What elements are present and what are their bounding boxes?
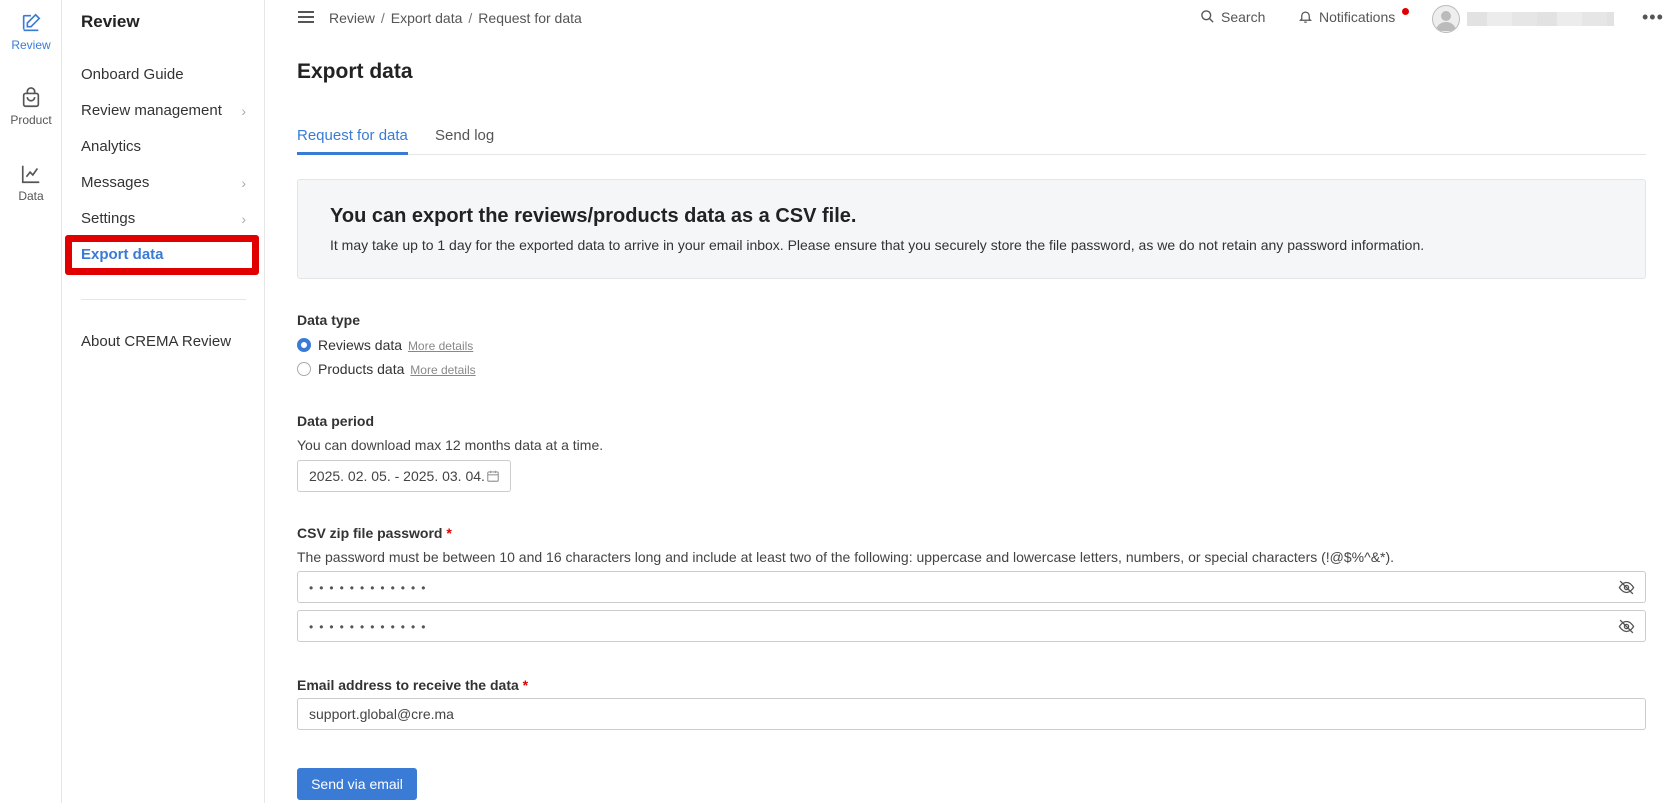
sidebar-divider [81,299,246,300]
chevron-right-icon: › [241,175,246,191]
user-icon [1436,11,1456,31]
breadcrumb: Review / Export data / Request for data [329,10,582,26]
menu-icon[interactable] [298,11,314,25]
search-label: Search [1221,9,1266,25]
sidebar: Review Onboard Guide Review management › … [62,0,265,803]
password-confirm-field[interactable]: •••••••••••• [297,610,1646,642]
sidebar-item-label: Review management [81,102,222,119]
rail-item-product-label: Product [10,113,52,127]
sidebar-item-review-management[interactable]: Review management › [81,97,246,125]
tab-request-for-data[interactable]: Request for data [297,127,408,155]
pencil-square-icon [22,13,41,32]
search-button[interactable]: Search [1200,9,1265,25]
password-helper: The password must be between 10 and 16 c… [297,549,1395,565]
sidebar-item-label: Messages [81,174,150,191]
line-chart-icon [21,165,40,184]
radio-label: Products data [318,361,405,377]
email-label-text: Email address to receive the data [297,677,519,693]
data-period-helper: You can download max 12 months data at a… [297,437,604,453]
password-field[interactable]: •••••••••••• [297,571,1646,603]
sidebar-item-messages[interactable]: Messages › [81,169,246,197]
avatar[interactable] [1432,5,1460,33]
password-label: CSV zip file password * [297,525,452,541]
radio-label: Reviews data [318,337,403,353]
top-bar: Review / Export data / Request for data Sear… [265,0,1675,38]
sidebar-item-settings[interactable]: Settings › [81,205,246,233]
sidebar-item-analytics[interactable]: Analytics [81,133,246,161]
radio-products-data[interactable]: Products data More details [297,361,476,377]
password-label-text: CSV zip file password [297,525,443,541]
shopping-bag-icon [22,87,40,108]
sidebar-item-label: Analytics [81,138,142,155]
sidebar-item-onboard-guide[interactable]: Onboard Guide [81,61,246,89]
sidebar-item-label: Onboard Guide [81,66,184,83]
breadcrumb-separator: / [468,10,473,26]
page-title: Export data [297,60,413,83]
date-range-value: 2025. 02. 05. - 2025. 03. 04. [309,468,485,484]
email-value: support.global@cre.ma [309,706,454,722]
rail-item-review[interactable]: Review [0,12,62,52]
search-icon [1201,10,1214,23]
chevron-right-icon: › [241,103,246,119]
notifications-label: Notifications [1319,9,1396,25]
sidebar-title: Review [81,12,140,31]
user-name-redacted [1467,12,1614,26]
email-label: Email address to receive the data * [297,677,528,693]
info-box: You can export the reviews/products data… [297,179,1646,279]
bell-icon [1298,11,1313,23]
more-details-link[interactable]: More details [408,339,473,353]
sidebar-item-label: Settings [81,210,136,227]
radio-button[interactable] [297,362,311,376]
icon-rail: Review Product Data [0,0,62,803]
breadcrumb-item: Request for data [478,10,582,26]
tab-send-log[interactable]: Send log [435,127,494,152]
breadcrumb-item[interactable]: Export data [391,10,463,26]
notifications-button[interactable]: Notifications [1298,9,1395,25]
calendar-icon [487,470,499,482]
rail-item-data[interactable]: Data [0,163,62,203]
more-details-link[interactable]: More details [410,363,475,377]
breadcrumb-separator: / [380,10,385,26]
rail-item-review-label: Review [11,38,51,52]
email-field[interactable]: support.global@cre.ma [297,698,1646,730]
rail-item-data-label: Data [18,189,44,203]
tab-bar: Request for data Send log [297,118,1646,155]
send-via-email-button[interactable]: Send via email [297,768,417,800]
radio-button-checked[interactable] [297,338,311,352]
more-options-icon[interactable]: ••• [1642,7,1664,28]
eye-off-icon[interactable] [1618,619,1635,634]
rail-item-product[interactable]: Product [0,87,62,127]
radio-reviews-data[interactable]: Reviews data More details [297,337,473,353]
info-text: It may take up to 1 day for the exported… [330,237,1425,253]
password-confirm-value: •••••••••••• [309,620,432,634]
notification-badge [1402,8,1409,15]
required-marker: * [522,677,529,693]
breadcrumb-item[interactable]: Review [329,10,375,26]
data-type-label: Data type [297,312,361,328]
required-marker: * [446,525,452,541]
chevron-right-icon: › [241,211,246,227]
selection-highlight [65,235,259,275]
eye-off-icon[interactable] [1618,580,1635,595]
password-value: •••••••••••• [309,581,432,595]
date-range-picker[interactable]: 2025. 02. 05. - 2025. 03. 04. [297,460,511,492]
data-period-label: Data period [297,413,375,429]
sidebar-item-label: About CREMA Review [81,333,232,350]
sidebar-item-about[interactable]: About CREMA Review [81,328,246,356]
info-heading: You can export the reviews/products data… [330,205,857,227]
